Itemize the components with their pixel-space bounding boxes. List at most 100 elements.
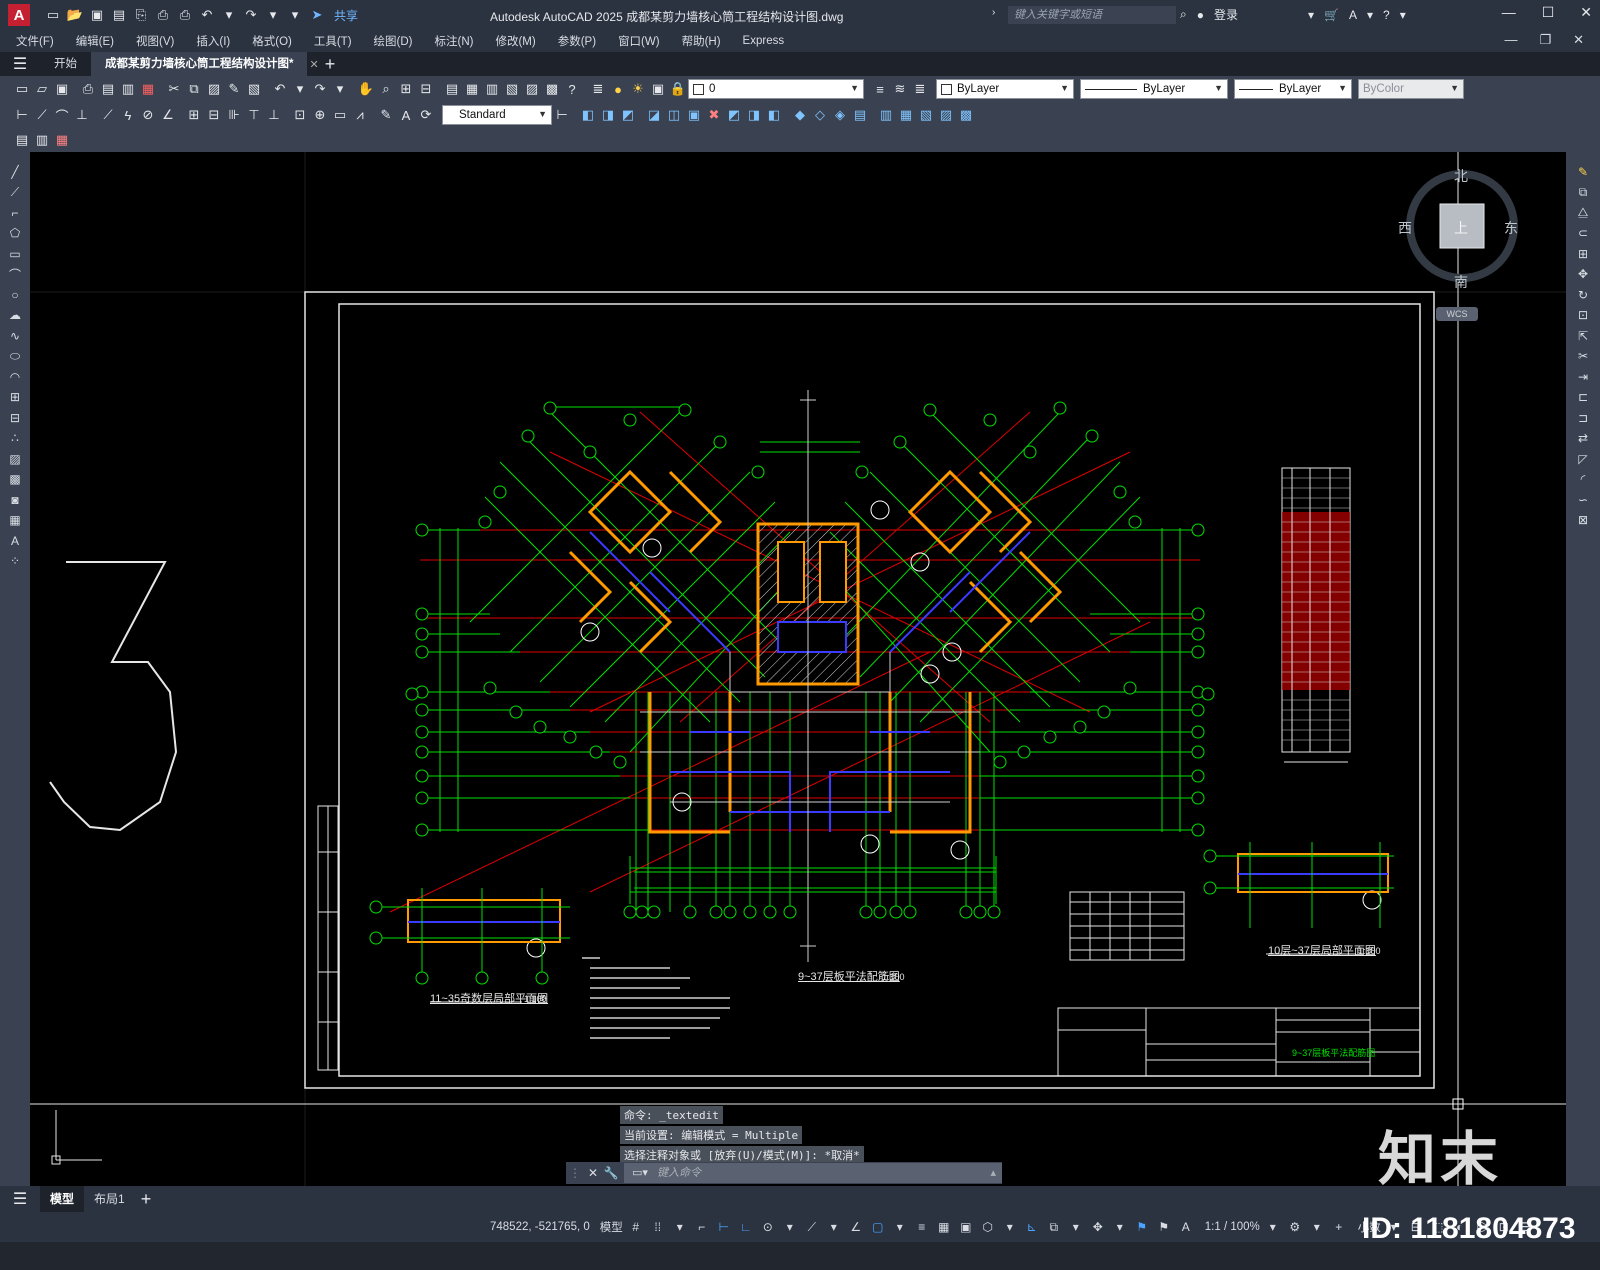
annotation-monitor-icon[interactable]: + [1330,1218,1348,1236]
plot-icon[interactable]: ⎙ [154,6,172,24]
dim-style-select[interactable]: Standard ▼ [442,105,552,125]
menu-insert[interactable]: 插入(I) [196,33,230,49]
menu-draw[interactable]: 绘图(D) [374,33,413,49]
pan-icon[interactable]: ✋ [356,79,376,99]
customize-qat-icon[interactable]: ▾ [286,6,304,24]
menu-help[interactable]: 帮助(H) [682,33,721,49]
command-line-customize-icon[interactable]: 🔧 [602,1166,620,1180]
undo-icon[interactable]: ↶ [198,6,216,24]
add-selected-icon[interactable]: ⁘ [5,552,25,572]
doc-minimize-icon[interactable]: — [1504,32,1517,48]
annotation-scale-dropdown-icon[interactable]: ▾ [1264,1218,1282,1236]
solid-edit-icon[interactable]: ▩ [956,105,976,125]
layer-thaw-icon[interactable]: ☀ [628,79,648,99]
shell-icon[interactable]: ▧ [916,105,936,125]
break-point-icon[interactable]: ⊏ [1573,388,1593,408]
annotation-scale[interactable]: 1:1 / 100% [1205,1221,1260,1233]
rectangle-icon[interactable]: ▭ [5,244,25,264]
3dprint-icon[interactable]: ▦ [138,79,158,99]
workspace-dropdown-icon[interactable]: ▾ [1308,1218,1326,1236]
extrude-faces-icon[interactable]: ◪ [644,105,664,125]
redo-dropdown-icon[interactable]: ▾ [330,79,350,99]
search-input[interactable]: 键入关键字或短语 [1008,6,1176,24]
save-icon[interactable]: ▣ [88,6,106,24]
rotate-faces-icon[interactable]: ◩ [724,105,744,125]
spline-icon[interactable]: ∿ [5,326,25,346]
workspace-icon[interactable]: ⚙ [1286,1218,1304,1236]
layer-on-icon[interactable]: ● [608,79,628,99]
cart-icon[interactable]: 🛒 [1324,8,1339,22]
layer-previous-icon[interactable]: ≋ [890,79,910,99]
undo-dropdown-icon[interactable]: ▾ [290,79,310,99]
blend-icon[interactable]: ∽ [1573,490,1593,510]
snap-icon[interactable]: ⁞⁞ [649,1218,667,1236]
ortho-icon[interactable]: ∟ [737,1218,755,1236]
gizmo-icon[interactable]: ✥ [1089,1218,1107,1236]
file-tabs-menu-icon[interactable]: ☰ [0,54,40,74]
plot-icon[interactable]: ⎙ [78,79,98,99]
share-button[interactable]: 共享 [334,7,358,24]
taper-faces-icon[interactable]: ◨ [744,105,764,125]
line-icon[interactable]: ╱ [5,162,25,182]
annotation-visibility-icon[interactable]: ⚑ [1133,1218,1151,1236]
ellipse-arc-icon[interactable]: ◠ [5,367,25,387]
chamfer-icon[interactable]: ◸ [1573,449,1593,469]
layer-properties-icon[interactable]: ≣ [588,79,608,99]
sheet-set-icon[interactable]: ▧ [502,79,522,99]
login-button[interactable]: 登录 [1214,6,1238,23]
grid-icon[interactable]: # [627,1218,645,1236]
osnap-dropdown-icon[interactable]: ▾ [891,1218,909,1236]
plot-preview-icon[interactable]: ▤ [98,79,118,99]
radius-dim-icon[interactable]: ⟋ [98,105,118,125]
quickcalc-icon[interactable]: ▩ [542,79,562,99]
redo-icon[interactable]: ↷ [310,79,330,99]
diameter-dim-icon[interactable]: ⊘ [138,105,158,125]
block-editor-icon[interactable]: ▧ [244,79,264,99]
extend-icon[interactable]: ⇥ [1573,367,1593,387]
model-space-toggle[interactable]: 模型 [600,1219,623,1235]
viewcube-top-face[interactable]: 上 [1454,218,1468,238]
undo-icon[interactable]: ↶ [270,79,290,99]
layer-lock-icon[interactable]: 🔒 [668,79,688,99]
color-select[interactable]: ByLayer ▼ [936,79,1074,99]
redo-icon[interactable]: ↷ [242,6,260,24]
share-icon[interactable]: ➤ [308,6,326,24]
scale-icon[interactable]: ⊡ [1573,306,1593,326]
web-save-icon[interactable]: ⎘ [132,6,150,24]
viewcube-north[interactable]: 北 [1454,166,1468,186]
polyline-icon[interactable]: ⌐ [5,203,25,223]
dim-break-icon[interactable]: ⊥ [264,105,284,125]
dim-style-icon[interactable]: ⊢ [552,105,572,125]
erase-icon[interactable]: ✎ [1573,162,1593,182]
transparency-icon[interactable]: ▦ [935,1218,953,1236]
make-current-layer-icon[interactable]: ≡ [870,79,890,99]
lineweight-icon[interactable]: ≡ [913,1218,931,1236]
paste-icon[interactable]: ▨ [204,79,224,99]
doc-restore-icon[interactable]: ❐ [1539,32,1551,48]
rotate-icon[interactable]: ↻ [1573,285,1593,305]
tab-drawing[interactable]: 成都某剪力墙核心筒工程结构设计图* [91,52,308,76]
autodesk-app-icon[interactable]: A [1349,8,1357,22]
qnew-icon[interactable]: ▭ [12,79,32,99]
table-icon[interactable]: ▦ [5,511,25,531]
imprint-icon[interactable]: ▤ [850,105,870,125]
delete-faces-icon[interactable]: ✖ [704,105,724,125]
dim-edit-icon[interactable]: ✎ [376,105,396,125]
layer-select[interactable]: 0 ▼ [688,79,864,99]
dim-text-edit-icon[interactable]: A [396,105,416,125]
clean-icon[interactable]: ▥ [876,105,896,125]
zoom-window-icon[interactable]: ⊞ [396,79,416,99]
3dosnap-icon[interactable]: ⬡ [979,1218,997,1236]
annotation-scale-icon[interactable]: A [1177,1218,1195,1236]
hatch-icon[interactable]: ▨ [5,449,25,469]
arc-icon[interactable]: ⌒ [5,265,25,285]
cursor-coordinates[interactable]: 748522, -521765, 0 [490,1221,590,1233]
check-icon[interactable]: ▨ [936,105,956,125]
command-line-grip-icon[interactable]: ⋮ [566,1166,584,1180]
dynamic-input-icon[interactable]: ⊢ [715,1218,733,1236]
lineweight-select[interactable]: ByLayer ▼ [1234,79,1352,99]
tab-layout1[interactable]: 布局1 [84,1186,135,1212]
gizmo-dropdown-icon[interactable]: ▾ [1111,1218,1129,1236]
viewcube[interactable]: 北 南 西 东 上 [1398,166,1522,290]
gradient-icon[interactable]: ▩ [5,470,25,490]
